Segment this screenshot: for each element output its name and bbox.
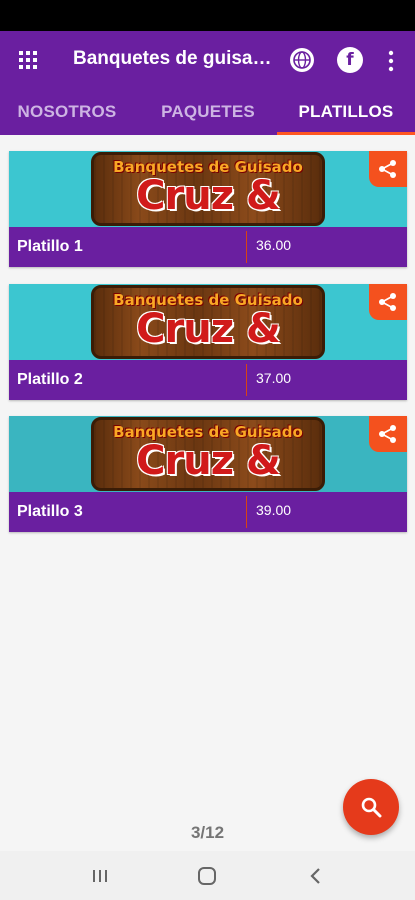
- search-button[interactable]: [343, 779, 399, 835]
- dish-price: 39.00: [256, 502, 292, 518]
- dish-name: Platillo 3: [17, 503, 83, 520]
- system-nav-bar: [0, 851, 415, 900]
- cruz-gar-logo: Banquetes de Guisado Cruz & Gar: [91, 285, 325, 359]
- status-bar: [0, 0, 415, 31]
- app-bar: Banquetes de guisado Cruz & Gar f: [0, 31, 415, 89]
- dish-banner-image: Banquetes de Guisado Cruz & Gar: [9, 284, 407, 360]
- dish-card[interactable]: Banquetes de Guisado Cruz & Gar Platillo…: [9, 151, 407, 267]
- search-icon: [361, 797, 382, 818]
- tab-nosotros[interactable]: NOSOTROS: [0, 89, 134, 135]
- back-icon[interactable]: [305, 865, 327, 887]
- facebook-icon[interactable]: f: [337, 47, 363, 73]
- dish-card[interactable]: Banquetes de Guisado Cruz & Gar Platillo…: [9, 416, 407, 532]
- cruz-gar-logo: Banquetes de Guisado Cruz & Gar: [91, 152, 325, 226]
- more-vert-icon[interactable]: [386, 50, 396, 72]
- dish-info-bar: Platillo 1 36.00: [9, 227, 407, 267]
- dish-banner-image: Banquetes de Guisado Cruz & Gar: [9, 416, 407, 492]
- dish-name: Platillo 1: [17, 238, 83, 255]
- cruz-gar-logo: Banquetes de Guisado Cruz & Gar: [91, 417, 325, 491]
- active-tab-indicator: [277, 132, 415, 135]
- share-button[interactable]: [369, 416, 407, 452]
- divider: [246, 231, 247, 263]
- share-button[interactable]: [369, 284, 407, 320]
- dish-info-bar: Platillo 2 37.00: [9, 360, 407, 400]
- dish-banner-image: Banquetes de Guisado Cruz & Gar: [9, 151, 407, 227]
- dish-price: 36.00: [256, 237, 292, 253]
- tab-bar: NOSOTROS PAQUETES PLATILLOS: [0, 89, 415, 135]
- divider: [246, 496, 247, 528]
- dish-card[interactable]: Banquetes de Guisado Cruz & Gar Platillo…: [9, 284, 407, 400]
- share-icon: [379, 293, 396, 311]
- share-icon: [379, 425, 396, 443]
- share-button[interactable]: [369, 151, 407, 187]
- app-title: Banquetes de guisado Cruz & Gar: [73, 48, 278, 69]
- grid-icon[interactable]: [18, 50, 38, 70]
- dish-info-bar: Platillo 3 39.00: [9, 492, 407, 532]
- share-icon: [379, 160, 396, 178]
- tab-platillos[interactable]: PLATILLOS: [277, 89, 415, 135]
- recent-apps-icon[interactable]: [89, 865, 111, 887]
- home-icon[interactable]: [196, 865, 218, 887]
- divider: [246, 364, 247, 396]
- dish-name: Platillo 2: [17, 371, 83, 388]
- tab-paquetes[interactable]: PAQUETES: [138, 89, 278, 135]
- dish-price: 37.00: [256, 370, 292, 386]
- globe-icon[interactable]: [289, 47, 315, 73]
